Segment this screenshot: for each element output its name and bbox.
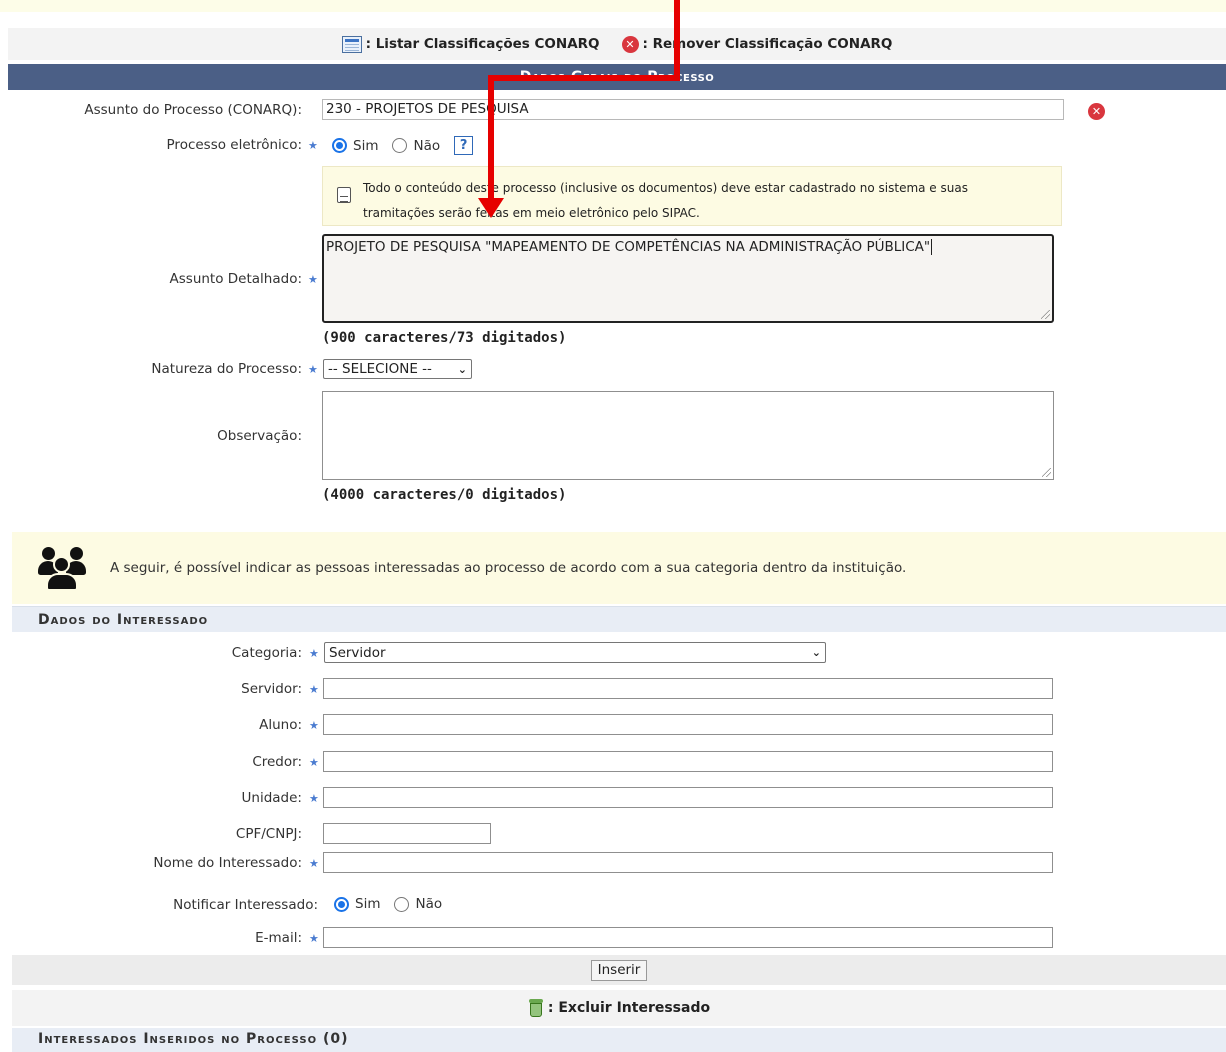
categoria-select[interactable]: Servidor ⌄ — [324, 642, 826, 663]
servidor-label: Servidor: — [241, 681, 302, 697]
required-star-icon: ★ — [308, 273, 318, 286]
categoria-selected-value: Servidor — [329, 644, 386, 661]
assunto-detalhado-value: PROJETO DE PESQUISA "MAPEAMENTO DE COMPE… — [326, 239, 931, 255]
credor-label: Credor: — [252, 754, 302, 770]
natureza-processo-select[interactable]: -- SELECIONE -- ⌄ — [323, 359, 472, 379]
button-bar: Inserir — [12, 955, 1226, 985]
notificar-nao-label: Não — [415, 896, 443, 912]
interessados-notice: A seguir, é possível indicar as pessoas … — [12, 532, 1226, 604]
aluno-label: Aluno: — [259, 717, 302, 733]
observacao-counter: (4000 caracteres/0 digitados) — [322, 487, 567, 503]
unidade-label: Unidade: — [241, 790, 302, 806]
cpf-cnpj-label: CPF/CNPJ: — [235, 826, 302, 842]
required-star-icon: ★ — [309, 647, 319, 660]
interessados-notice-text: A seguir, é possível indicar as pessoas … — [110, 560, 907, 576]
excluir-interessado-label: : Excluir Interessado — [547, 1000, 711, 1016]
notificar-radios: Sim Não — [334, 896, 442, 912]
list-classifications-legend[interactable]: : Listar Classificações CONARQ — [341, 35, 600, 53]
natureza-processo-label: Natureza do Processo: — [151, 361, 302, 377]
email-input[interactable] — [323, 927, 1053, 948]
chevron-down-icon: ⌄ — [457, 362, 467, 376]
required-star-icon: ★ — [309, 792, 319, 805]
red-annotation-arrow — [478, 0, 680, 218]
notificar-sim-label: Sim — [355, 896, 381, 912]
unidade-input[interactable] — [323, 787, 1053, 808]
assunto-processo-label: Assunto do Processo (CONARQ): — [84, 102, 302, 118]
processo-eletronico-radios: Sim Não ? — [332, 136, 474, 155]
interessados-inseridos-header: Interessados Inseridos no Processo (0) — [12, 1028, 1226, 1052]
required-star-icon: ★ — [309, 932, 319, 945]
required-star-icon: ★ — [309, 857, 319, 870]
list-classifications-label: : Listar Classificações CONARQ — [365, 36, 600, 52]
eletronico-nao-label: Não — [413, 137, 441, 154]
required-star-icon: ★ — [308, 363, 318, 376]
assunto-processo-field[interactable]: 230 - PROJETOS DE PESQUISA — [322, 99, 1064, 120]
remove-icon: ✕ — [621, 35, 639, 53]
detalhado-counter: (900 caracteres/73 digitados) — [322, 330, 567, 346]
remove-classification-label: : Remover Classificação CONARQ — [642, 36, 893, 52]
chevron-down-icon: ⌄ — [811, 646, 821, 659]
notificar-nao-radio[interactable] — [394, 896, 410, 912]
section-header-dados-gerais: Dados Gerais do Processo — [8, 64, 1226, 90]
cpf-cnpj-input[interactable] — [323, 823, 491, 844]
resize-grip-icon[interactable] — [1041, 310, 1050, 319]
remove-assunto-icon[interactable]: ✕ — [1088, 103, 1105, 120]
list-icon — [341, 35, 362, 53]
observacao-label: Observação: — [217, 428, 302, 444]
eletronico-sim-label: Sim — [353, 137, 379, 154]
legend-bar: : Listar Classificações CONARQ ✕ : Remov… — [8, 28, 1226, 60]
info-line-2: tramitações serão feitas em meio eletrôn… — [363, 206, 700, 220]
observacao-textarea[interactable] — [322, 391, 1054, 480]
required-star-icon: ★ — [309, 683, 319, 696]
excluir-legend: : Excluir Interessado — [12, 990, 1226, 1026]
document-icon — [337, 187, 351, 203]
categoria-label: Categoria: — [231, 645, 302, 661]
aluno-input[interactable] — [323, 714, 1053, 735]
eletronico-sim-radio[interactable] — [332, 138, 347, 153]
inserir-button[interactable]: Inserir — [590, 959, 648, 981]
nome-interessado-input[interactable] — [323, 852, 1053, 873]
eletronico-nao-radio[interactable] — [392, 138, 408, 153]
top-strip — [0, 0, 1226, 12]
notificar-sim-radio[interactable] — [334, 896, 349, 912]
help-icon[interactable]: ? — [454, 136, 474, 155]
notificar-interessado-label: Notificar Interessado: — [173, 897, 318, 913]
remove-classification-legend[interactable]: ✕ : Remover Classificação CONARQ — [621, 35, 893, 53]
required-star-icon: ★ — [309, 756, 319, 769]
assunto-detalhado-textarea[interactable]: PROJETO DE PESQUISA "MAPEAMENTO DE COMPE… — [322, 234, 1054, 323]
required-star-icon: ★ — [309, 719, 319, 732]
natureza-selected-value: -- SELECIONE -- — [328, 361, 432, 377]
eletronico-info-box: Todo o conteúdo deste processo (inclusiv… — [322, 166, 1062, 226]
info-line-1: Todo o conteúdo deste processo (inclusiv… — [363, 181, 968, 195]
people-icon — [38, 543, 96, 593]
processo-eletronico-label: Processo eletrônico: — [166, 137, 302, 153]
dados-interessado-header: Dados do Interessado — [12, 606, 1226, 632]
assunto-detalhado-label: Assunto Detalhado: — [169, 271, 302, 287]
trash-icon — [528, 998, 544, 1018]
resize-grip-icon[interactable] — [1042, 468, 1051, 477]
required-star-icon: ★ — [308, 139, 318, 152]
nome-interessado-label: Nome do Interessado: — [153, 855, 302, 871]
servidor-input[interactable] — [323, 678, 1053, 699]
email-label: E-mail: — [255, 930, 302, 946]
credor-input[interactable] — [323, 751, 1053, 772]
